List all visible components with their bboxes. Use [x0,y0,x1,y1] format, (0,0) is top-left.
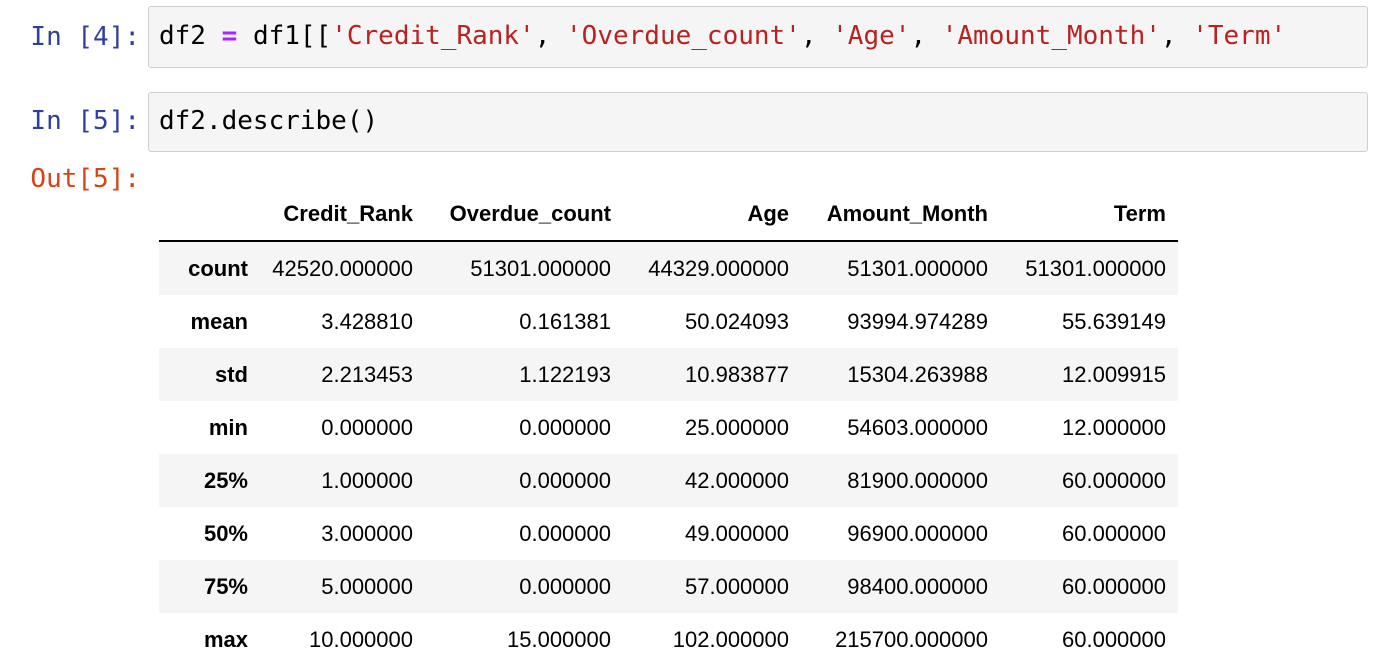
table-cell: 98400.000000 [847,573,988,599]
column-header: Overdue_count [425,187,623,242]
row-label: std [215,361,248,387]
table-cell: 44329.000000 [648,255,789,281]
row-label: max [203,626,248,652]
input-prompt-4: In [4]: [30,22,140,52]
table-row: std 2.213453 1.122193 10.983877 15304.26… [159,348,1178,401]
table-cell: 60.000000 [1062,520,1166,546]
code-separator: , [800,21,817,51]
row-label: min [208,414,248,440]
table-cell: 25.000000 [685,414,789,440]
code-separator: , [910,21,927,51]
table-cell: 55.639149 [1062,308,1166,334]
table-cell: 93994.974289 [847,308,988,334]
code-string: 'Overdue_count' [566,21,801,51]
code-string: 'Credit_Rank' [331,21,535,51]
column-header: Term [1000,187,1178,242]
table-row: mean 3.428810 0.161381 50.024093 93994.9… [159,295,1178,348]
code-cell-5[interactable]: df2.describe() [148,92,1368,152]
table-cell: 15304.263988 [847,361,988,387]
table-row: 50% 3.000000 0.000000 49.000000 96900.00… [159,507,1178,560]
table-cell: 215700.000000 [835,626,988,652]
table-cell: 60.000000 [1062,573,1166,599]
table-cell: 10.983877 [685,361,789,387]
table-cell: 51301.000000 [470,255,611,281]
table-cell: 60.000000 [1062,467,1166,493]
row-label: mean [190,308,248,334]
table-cell: 57.000000 [685,573,789,599]
table-cell: 3.428810 [321,308,413,334]
table-cell: 2.213453 [321,361,413,387]
row-label: 25% [203,467,248,493]
input-prompt-5: In [5]: [30,106,140,136]
table-cell: 42520.000000 [272,255,413,281]
table-cell: 102.000000 [672,626,789,652]
table-cell: 10.000000 [309,626,413,652]
table-cell: 0.161381 [519,308,611,334]
table-cell: 12.009915 [1062,361,1166,387]
table-cell: 81900.000000 [847,467,988,493]
code-cell-4[interactable]: df2 = df1[['Credit_Rank', 'Overdue_count… [148,6,1368,68]
table-cell: 60.000000 [1062,626,1166,652]
table-cell: 50.024093 [685,308,789,334]
column-header: Amount_Month [801,187,1000,242]
code-operator: = [221,21,238,51]
output-prompt-5: Out[5]: [30,164,140,194]
table-cell: 42.000000 [685,467,789,493]
table-cell: 51301.000000 [1025,255,1166,281]
table-cell: 96900.000000 [847,520,988,546]
index-header [159,187,260,242]
code-string: 'Age' [832,21,911,51]
table-cell: 15.000000 [507,626,611,652]
row-label: count [188,255,248,281]
table-row: max 10.000000 15.000000 102.000000 21570… [159,613,1178,666]
table-cell: 0.000000 [519,467,611,493]
table-cell: 0.000000 [519,573,611,599]
table-cell: 49.000000 [685,520,789,546]
table-cell: 5.000000 [321,573,413,599]
table-cell: 0.000000 [321,414,413,440]
table-row: count 42520.000000 51301.000000 44329.00… [159,241,1178,295]
table-cell: 0.000000 [519,414,611,440]
code-separator: , [1160,21,1177,51]
table-row: 75% 5.000000 0.000000 57.000000 98400.00… [159,560,1178,613]
code-separator: , [534,21,551,51]
table-cell: 0.000000 [519,520,611,546]
row-label: 50% [203,520,248,546]
table-cell: 12.000000 [1062,414,1166,440]
table-cell: 51301.000000 [847,255,988,281]
code-string: 'Term' [1192,21,1287,51]
table-cell: 1.122193 [519,361,611,387]
column-header: Credit_Rank [260,187,425,242]
code-text: df2.describe() [159,106,379,136]
table-cell: 1.000000 [321,467,413,493]
table-cell: 3.000000 [321,520,413,546]
code-variable: df2 [159,21,206,51]
table-row: 25% 1.000000 0.000000 42.000000 81900.00… [159,454,1178,507]
column-header: Age [623,187,801,242]
table-header-row: Credit_Rank Overdue_count Age Amount_Mon… [159,187,1178,242]
table-cell: 54603.000000 [847,414,988,440]
table-row: min 0.000000 0.000000 25.000000 54603.00… [159,401,1178,454]
code-object: df1[[ [252,21,332,51]
describe-output-table: Credit_Rank Overdue_count Age Amount_Mon… [159,187,1178,666]
row-label: 75% [203,573,248,599]
code-string: 'Amount_Month' [941,21,1161,51]
